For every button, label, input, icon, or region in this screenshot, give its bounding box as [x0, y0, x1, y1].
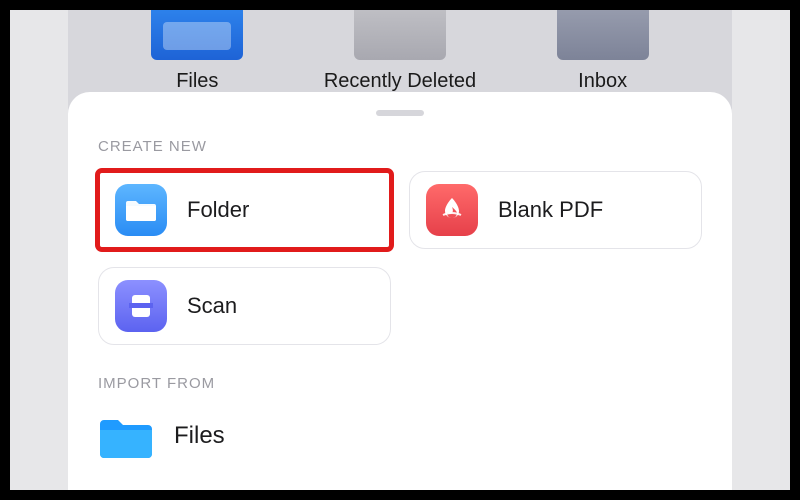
app-frame: Files Recently Deleted Inbox CREATE NEW	[10, 10, 790, 490]
folder-icon	[557, 10, 649, 60]
import-from-heading: IMPORT FROM	[98, 375, 702, 392]
sheet-grabber[interactable]	[376, 110, 424, 116]
files-app-icon	[100, 414, 152, 458]
bg-folder-recently-deleted[interactable]: Recently Deleted	[310, 10, 490, 93]
action-sheet: CREATE NEW Folder	[68, 92, 732, 490]
content-band: Files Recently Deleted Inbox CREATE NEW	[68, 10, 732, 490]
create-blank-pdf-label: Blank PDF	[498, 197, 603, 223]
create-scan-label: Scan	[187, 293, 237, 319]
create-scan-tile[interactable]: Scan	[98, 267, 391, 345]
create-new-heading: CREATE NEW	[98, 138, 702, 155]
create-new-grid: Folder Blank PDF	[98, 171, 702, 345]
folder-icon	[354, 10, 446, 60]
bg-folder-label: Files	[176, 70, 218, 93]
create-folder-tile[interactable]: Folder	[98, 171, 391, 249]
background-folders-row: Files Recently Deleted Inbox	[68, 10, 732, 93]
folder-icon	[115, 184, 167, 236]
import-files-label: Files	[174, 422, 225, 450]
create-folder-label: Folder	[187, 197, 249, 223]
bg-folder-inbox[interactable]: Inbox	[513, 10, 693, 93]
create-blank-pdf-tile[interactable]: Blank PDF	[409, 171, 702, 249]
scan-icon	[115, 280, 167, 332]
import-files-row[interactable]: Files	[98, 408, 702, 464]
folder-icon	[151, 10, 243, 60]
bg-folder-files[interactable]: Files	[107, 10, 287, 93]
pdf-icon	[426, 184, 478, 236]
bg-folder-label: Inbox	[578, 70, 627, 93]
bg-folder-label: Recently Deleted	[324, 70, 476, 93]
